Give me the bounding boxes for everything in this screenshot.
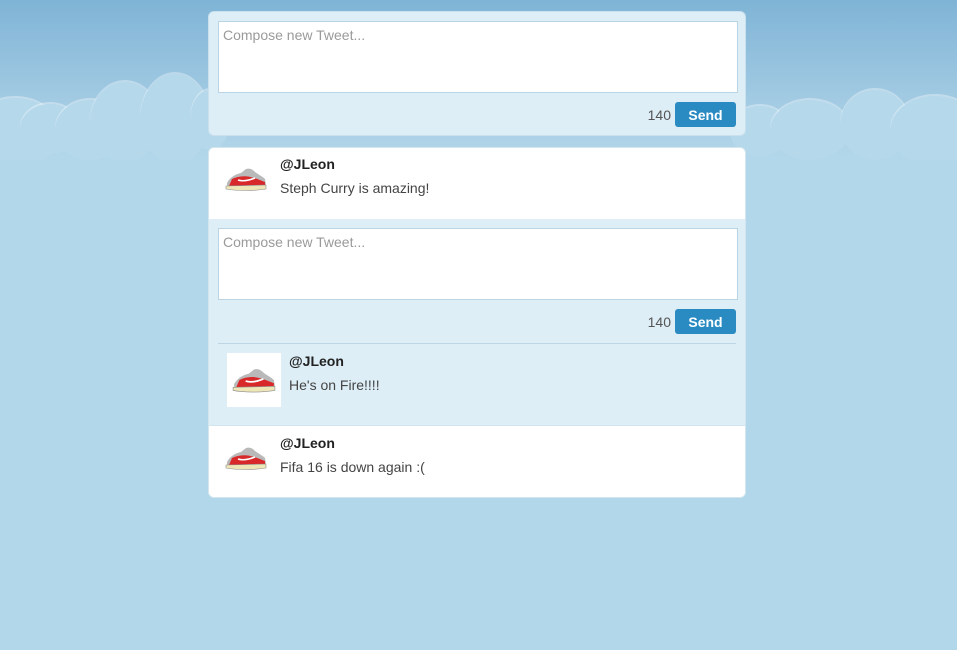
compose-actions: 140 Send bbox=[218, 102, 736, 127]
reply-compose-actions: 140 Send bbox=[218, 309, 736, 334]
timeline-column: Compose new Tweet... 140 Send @JLeon Ste… bbox=[208, 11, 746, 498]
tweet-text: Fifa 16 is down again :( bbox=[280, 459, 425, 475]
send-button[interactable]: Send bbox=[675, 102, 736, 127]
reply-char-count: 140 bbox=[647, 313, 671, 330]
reply-handle[interactable]: @JLeon bbox=[289, 353, 380, 369]
compose-card: Compose new Tweet... 140 Send bbox=[208, 11, 746, 136]
sneaker-icon[interactable] bbox=[223, 156, 269, 202]
sneaker-icon[interactable] bbox=[227, 353, 281, 407]
tweet-handle[interactable]: @JLeon bbox=[280, 156, 429, 172]
char-count: 140 bbox=[647, 106, 671, 123]
tweet-handle[interactable]: @JLeon bbox=[280, 435, 425, 451]
reply-tweet[interactable]: @JLeon He's on Fire!!!! bbox=[218, 344, 736, 407]
tweet-item[interactable]: @JLeon Steph Curry is amazing! bbox=[209, 148, 745, 219]
sneaker-icon[interactable] bbox=[223, 435, 269, 481]
reply-send-button[interactable]: Send bbox=[675, 309, 736, 334]
tweet-text: Steph Curry is amazing! bbox=[280, 180, 430, 196]
tweet-feed: @JLeon Steph Curry is amazing! Compose n… bbox=[208, 147, 746, 498]
compose-input[interactable]: Compose new Tweet... bbox=[218, 21, 738, 93]
expanded-tweet-panel: Compose new Tweet... 140 Send @JLeon He'… bbox=[209, 219, 745, 426]
reply-text: He's on Fire!!!! bbox=[289, 377, 380, 393]
tweet-item[interactable]: @JLeon Fifa 16 is down again :( bbox=[209, 426, 745, 497]
reply-compose-input[interactable]: Compose new Tweet... bbox=[218, 228, 738, 300]
